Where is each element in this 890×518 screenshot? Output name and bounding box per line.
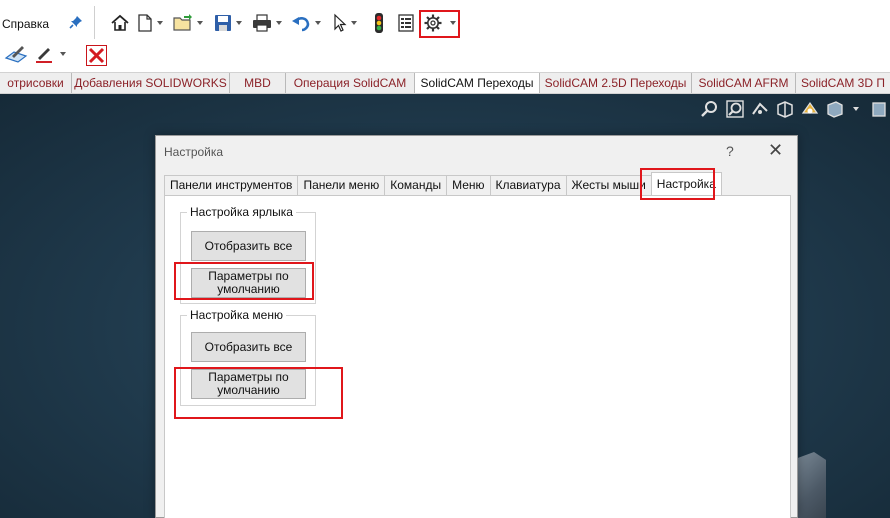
traffic-light-icon: [375, 13, 383, 33]
save-button[interactable]: [213, 12, 242, 34]
help-button[interactable]: ?: [726, 143, 734, 159]
pen-icon: [36, 48, 52, 63]
model-part-fragment: [796, 452, 826, 518]
pen-tool-button[interactable]: [34, 43, 66, 65]
chevron-down-icon[interactable]: [351, 21, 357, 25]
close-x-icon: [87, 46, 106, 65]
tab-menus[interactable]: Меню: [446, 175, 491, 195]
tab-mouse-gestures[interactable]: Жесты мыши: [565, 175, 652, 195]
tab-solidcam-operation[interactable]: Операция SolidCAM: [286, 73, 415, 93]
chevron-down-icon[interactable]: [853, 107, 859, 111]
dialog-tabs: Панели инструментов Панели меню Команды …: [164, 172, 722, 195]
sketch-plane-icon: [4, 46, 28, 63]
chevron-down-icon[interactable]: [276, 21, 282, 25]
pin-icon[interactable]: [68, 14, 84, 30]
chevron-down-icon[interactable]: [315, 21, 321, 25]
list-properties-icon: [398, 14, 414, 32]
dialog-title: Настройка: [164, 145, 224, 159]
undo-icon: [292, 17, 310, 32]
open-folder-icon: [173, 14, 192, 31]
print-button[interactable]: [251, 12, 282, 34]
tab-solidcam-afrm[interactable]: SolidCAM AFRM: [692, 73, 796, 93]
zoom-to-fit-icon[interactable]: [700, 99, 720, 119]
menu-defaults-highlight: [174, 367, 343, 419]
new-document-icon: [138, 14, 152, 32]
view-orientation-icon[interactable]: [800, 99, 820, 119]
rebuild-button[interactable]: [373, 12, 385, 34]
toolbar-separator: [94, 6, 95, 42]
tab-keyboard[interactable]: Клавиатура: [489, 175, 567, 195]
home-icon: [111, 14, 129, 31]
secondary-toolbar: [0, 39, 890, 72]
chevron-down-icon[interactable]: [60, 52, 66, 56]
chevron-down-icon[interactable]: [197, 21, 203, 25]
tab-commands[interactable]: Команды: [384, 175, 448, 195]
tab-solidworks-addins[interactable]: Добавления SOLIDWORKS: [72, 73, 230, 93]
customization-tab-highlight: [640, 168, 715, 200]
home-button[interactable]: [110, 12, 130, 34]
shortcut-defaults-highlight: [174, 262, 314, 300]
delete-button[interactable]: [86, 45, 107, 66]
tab-solidcam-3d[interactable]: SolidCAM 3D П: [796, 73, 890, 93]
file-properties-button[interactable]: [397, 12, 415, 34]
menu-group-title: Настройка меню: [187, 308, 286, 322]
menu-show-all-button[interactable]: Отобразить все: [191, 332, 306, 362]
shortcut-show-all-button[interactable]: Отобразить все: [191, 231, 306, 261]
select-button[interactable]: [332, 12, 357, 34]
tab-toolbars[interactable]: Панели инструментов: [164, 175, 299, 195]
command-manager-tabs: отрисовки Добавления SOLIDWORKS MBD Опер…: [0, 72, 890, 94]
chevron-down-icon[interactable]: [236, 21, 242, 25]
menu-help[interactable]: Справка: [2, 17, 49, 31]
tab-mbd[interactable]: MBD: [230, 73, 286, 93]
options-highlight-frame: [419, 10, 460, 38]
tab-sketch[interactable]: отрисовки: [0, 73, 72, 93]
new-document-button[interactable]: [136, 12, 163, 34]
shortcut-group-title: Настройка ярлыка: [187, 205, 296, 219]
open-button[interactable]: [172, 12, 203, 34]
sketch-tool-button[interactable]: [4, 43, 28, 65]
tab-solidcam-25d-transitions[interactable]: SolidCAM 2.5D Переходы: [540, 73, 692, 93]
chevron-down-icon[interactable]: [157, 21, 163, 25]
display-style-icon[interactable]: [825, 99, 845, 119]
save-icon: [215, 15, 231, 31]
customization-panel: Настройка ярлыка Отобразить все Параметр…: [164, 195, 791, 518]
tab-menu-bars[interactable]: Панели меню: [297, 175, 386, 195]
close-button[interactable]: ✕: [768, 140, 783, 161]
print-icon: [253, 14, 271, 32]
undo-button[interactable]: [290, 12, 321, 34]
zoom-area-icon[interactable]: [725, 99, 745, 119]
heads-up-view-toolbar: [700, 98, 890, 120]
hide-show-items-icon[interactable]: [870, 99, 890, 119]
tab-solidcam-transitions[interactable]: SolidCAM Переходы: [415, 73, 540, 93]
section-view-icon[interactable]: [775, 99, 795, 119]
cursor-arrow-icon: [334, 13, 347, 32]
previous-view-icon[interactable]: [750, 99, 770, 119]
